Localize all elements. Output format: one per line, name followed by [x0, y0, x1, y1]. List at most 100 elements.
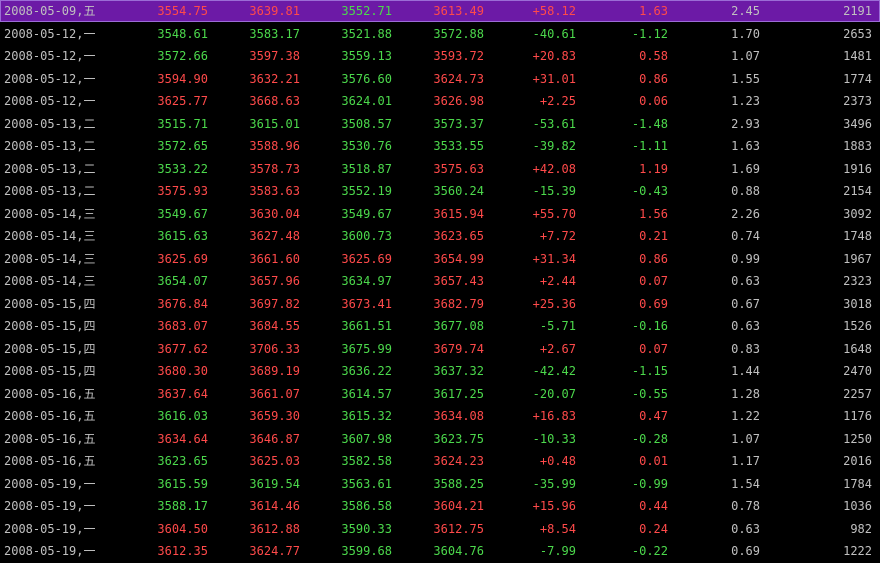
pct-change-cell: 0.07	[639, 341, 668, 356]
change-cell: +20.83	[532, 49, 576, 63]
close-cell: 3624.73	[433, 71, 484, 86]
change-cell: +8.54	[539, 521, 576, 536]
table-row[interactable]: 2008-05-19,一 3588.17 3614.46 3586.58 3604.21…	[0, 495, 880, 517]
change-cell: -53.61	[532, 116, 576, 131]
table-row[interactable]: 2008-05-16,五 3623.65 3625.03 3582.58 3624.23…	[0, 450, 880, 472]
close-cell: 3604.76	[433, 544, 484, 558]
change-cell: +58.12	[532, 4, 576, 18]
low-cell: 3673.41	[341, 296, 392, 311]
close-cell: 3612.75	[433, 521, 484, 536]
volume-cell: 2257	[843, 386, 872, 401]
low-cell: 3625.69	[341, 251, 392, 266]
open-cell: 3625.69	[157, 251, 208, 266]
open-cell: 3615.59	[157, 476, 208, 491]
change-cell: -15.39	[532, 184, 576, 198]
low-cell: 3600.73	[341, 229, 392, 243]
high-cell: 3657.96	[249, 274, 300, 288]
pct-change-cell: -0.22	[631, 544, 668, 558]
table-row[interactable]: 2008-05-15,四 3683.07 3684.55 3661.51 3677.08…	[0, 315, 880, 337]
table-row[interactable]: 2008-05-14,三 3549.67 3630.04 3549.67 3615.94…	[0, 203, 880, 225]
date-cell: 2008-05-13,二	[4, 139, 96, 153]
pct-change-cell: 0.21	[639, 229, 668, 243]
amplitude-cell: 1.70	[731, 26, 760, 41]
pct-change-cell: 0.01	[639, 454, 668, 468]
high-cell: 3706.33	[249, 341, 300, 356]
table-row[interactable]: 2008-05-13,二 3572.65 3588.96 3530.76 3533.55…	[0, 135, 880, 157]
table-row[interactable]: 2008-05-16,五 3634.64 3646.87 3607.98 3623.75…	[0, 428, 880, 450]
table-row[interactable]: 2008-05-14,三 3654.07 3657.96 3634.97 3657.43…	[0, 270, 880, 292]
table-row[interactable]: 2008-05-19,一 3604.50 3612.88 3590.33 3612.75…	[0, 518, 880, 540]
open-cell: 3683.07	[157, 319, 208, 333]
high-cell: 3588.96	[249, 139, 300, 153]
table-row[interactable]: 2008-05-13,二 3533.22 3578.73 3518.87 3575.63…	[0, 158, 880, 180]
date-cell: 2008-05-12,一	[4, 71, 96, 86]
amplitude-cell: 0.63	[731, 319, 760, 333]
volume-cell: 1648	[843, 341, 872, 356]
amplitude-cell: 2.45	[731, 4, 760, 18]
change-cell: +16.83	[532, 409, 576, 423]
date-cell: 2008-05-16,五	[4, 386, 96, 401]
volume-cell: 3018	[843, 296, 872, 311]
close-cell: 3657.43	[433, 274, 484, 288]
table-row[interactable]: 2008-05-15,四 3677.62 3706.33 3675.99 3679.74…	[0, 338, 880, 360]
amplitude-cell: 0.83	[731, 341, 760, 356]
table-row[interactable]: 2008-05-14,三 3625.69 3661.60 3625.69 3654.99…	[0, 248, 880, 270]
table-row[interactable]: 2008-05-15,四 3676.84 3697.82 3673.41 3682.79…	[0, 293, 880, 315]
table-row[interactable]: 2008-05-16,五 3616.03 3659.30 3615.32 3634.08…	[0, 405, 880, 427]
volume-cell: 3496	[843, 116, 872, 131]
close-cell: 3682.79	[433, 296, 484, 311]
high-cell: 3661.07	[249, 386, 300, 401]
amplitude-cell: 1.55	[731, 71, 760, 86]
table-row[interactable]: 2008-05-14,三 3615.63 3627.48 3600.73 3623.65…	[0, 225, 880, 247]
volume-cell: 2191	[843, 4, 872, 18]
table-row[interactable]: 2008-05-12,一 3548.61 3583.17 3521.88 3572.88…	[0, 23, 880, 45]
volume-cell: 3092	[843, 206, 872, 221]
table-row[interactable]: 2008-05-16,五 3637.64 3661.07 3614.57 3617.25…	[0, 383, 880, 405]
open-cell: 3572.66	[157, 49, 208, 63]
high-cell: 3619.54	[249, 476, 300, 491]
date-cell: 2008-05-13,二	[4, 184, 96, 198]
table-row[interactable]: 2008-05-12,一 3572.66 3597.38 3559.13 3593.72…	[0, 45, 880, 67]
open-cell: 3615.63	[157, 229, 208, 243]
open-cell: 3637.64	[157, 386, 208, 401]
table-row[interactable]: 2008-05-13,二 3515.71 3615.01 3508.57 3573.37…	[0, 113, 880, 135]
close-cell: 3654.99	[433, 251, 484, 266]
date-cell: 2008-05-19,一	[4, 499, 96, 513]
low-cell: 3563.61	[341, 476, 392, 491]
amplitude-cell: 0.63	[731, 521, 760, 536]
volume-cell: 2653	[843, 26, 872, 41]
volume-cell: 1967	[843, 251, 872, 266]
low-cell: 3549.67	[341, 206, 392, 221]
table-row[interactable]: 2008-05-12,一 3625.77 3668.63 3624.01 3626.98…	[0, 90, 880, 112]
close-cell: 3677.08	[433, 319, 484, 333]
table-row[interactable]: 2008-05-13,二 3575.93 3583.63 3552.19 3560.24…	[0, 180, 880, 202]
open-cell: 3588.17	[157, 499, 208, 513]
high-cell: 3625.03	[249, 454, 300, 468]
low-cell: 3624.01	[341, 94, 392, 108]
close-cell: 3626.98	[433, 94, 484, 108]
amplitude-cell: 1.69	[731, 161, 760, 176]
table-row-selected[interactable]: 2008-05-09,五 3554.75 3639.81 3552.71 3613.49…	[0, 0, 880, 22]
high-cell: 3578.73	[249, 161, 300, 176]
pct-change-cell: 0.47	[639, 409, 668, 423]
table-row[interactable]: 2008-05-19,一 3612.35 3624.77 3599.68 3604.76…	[0, 540, 880, 562]
high-cell: 3646.87	[249, 431, 300, 446]
low-cell: 3582.58	[341, 454, 392, 468]
date-cell: 2008-05-15,四	[4, 341, 96, 356]
table-row[interactable]: 2008-05-12,一 3594.90 3632.21 3576.60 3624.73…	[0, 68, 880, 90]
open-cell: 3625.77	[157, 94, 208, 108]
change-cell: +31.34	[532, 251, 576, 266]
high-cell: 3614.46	[249, 499, 300, 513]
high-cell: 3632.21	[249, 71, 300, 86]
low-cell: 3576.60	[341, 71, 392, 86]
open-cell: 3612.35	[157, 544, 208, 558]
open-cell: 3572.65	[157, 139, 208, 153]
low-cell: 3552.19	[341, 184, 392, 198]
pct-change-cell: 0.86	[639, 251, 668, 266]
table-row[interactable]: 2008-05-15,四 3680.30 3689.19 3636.22 3637.32…	[0, 360, 880, 382]
low-cell: 3636.22	[341, 364, 392, 378]
table-row[interactable]: 2008-05-19,一 3615.59 3619.54 3563.61 3588.25…	[0, 473, 880, 495]
close-cell: 3617.25	[433, 386, 484, 401]
high-cell: 3624.77	[249, 544, 300, 558]
date-cell: 2008-05-19,一	[4, 544, 96, 558]
